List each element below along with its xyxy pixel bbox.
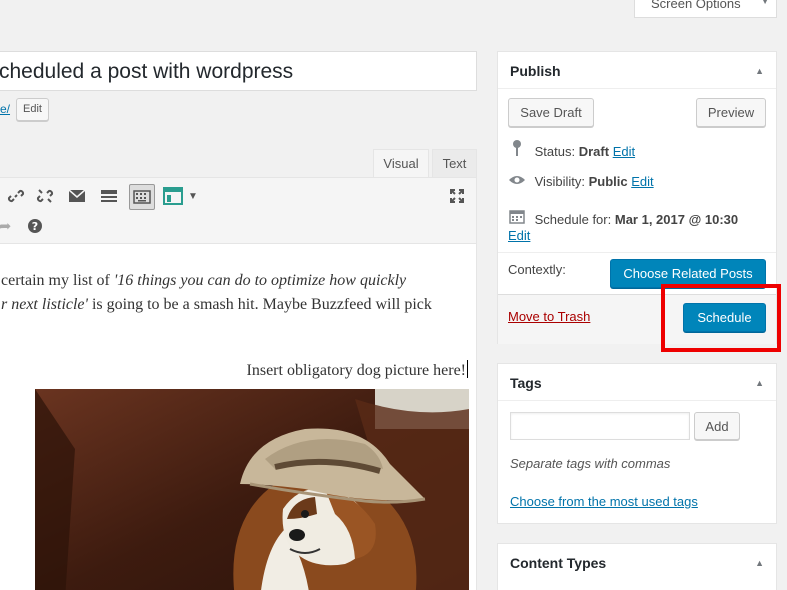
visibility-label: Visibility: <box>534 174 585 189</box>
status-row: Status: Draft Edit <box>508 140 635 159</box>
help-icon[interactable]: ? <box>23 214 47 238</box>
tab-visual[interactable]: Visual <box>373 149 429 178</box>
read-more-icon[interactable] <box>97 184 121 208</box>
unlink-icon[interactable] <box>33 184 57 208</box>
p3-text: Insert obligatory dog picture here! <box>246 362 466 379</box>
status-value: Draft <box>578 144 610 159</box>
visibility-row: Visibility: Public Edit <box>508 174 654 189</box>
text-cursor <box>467 360 468 378</box>
schedule-label: Schedule for: <box>534 212 612 227</box>
post-title-text: cheduled a post with wordpress <box>0 60 294 83</box>
editor-toolbar: ▼ ➦ ? <box>0 178 476 244</box>
save-draft-button[interactable]: Save Draft <box>508 98 594 127</box>
pin-icon <box>508 140 526 159</box>
tags-title: Tags <box>510 375 542 391</box>
p2-text: is going to be a smash hit. Maybe Buzzfe… <box>87 296 432 313</box>
add-tag-button[interactable]: Add <box>694 412 740 440</box>
edit-schedule-link[interactable]: Edit <box>508 228 530 243</box>
eye-icon <box>508 174 526 189</box>
calendar-icon <box>508 208 526 227</box>
fullscreen-icon[interactable] <box>445 184 469 208</box>
paragraph-1: certain my list of '16 things you can do… <box>1 272 406 290</box>
preview-button[interactable]: Preview <box>696 98 766 127</box>
post-title-field[interactable]: cheduled a post with wordpress <box>0 51 477 91</box>
content-types-title: Content Types <box>510 555 607 571</box>
schedule-value: Mar 1, 2017 @ 10:30 <box>614 212 739 227</box>
edit-visibility-link[interactable]: Edit <box>631 174 653 189</box>
dropdown-icon[interactable]: ▼ <box>185 184 201 208</box>
screen-options-label: Screen Options <box>651 0 741 11</box>
edit-status-link[interactable]: Edit <box>613 144 635 159</box>
dog-image[interactable] <box>35 389 469 590</box>
collapse-icon[interactable]: ▲ <box>755 66 764 76</box>
divider <box>498 88 776 89</box>
status-label: Status: <box>534 144 576 159</box>
editor-content[interactable]: certain my list of '16 things you can do… <box>0 244 476 590</box>
divider <box>498 400 776 401</box>
chevron-down-icon: ▼ <box>760 0 770 7</box>
p2-italic: r next listicle' <box>1 296 88 313</box>
divider <box>498 252 776 253</box>
p1-text: certain my list of <box>1 272 114 289</box>
edit-slug-button[interactable]: Edit <box>16 98 49 121</box>
paragraph-3: Insert obligatory dog picture here! <box>247 360 468 380</box>
p1-italic: '16 things you can do to optimize how qu… <box>113 272 407 289</box>
collapse-icon[interactable]: ▲ <box>755 558 764 568</box>
email-icon[interactable] <box>65 184 89 208</box>
svg-text:?: ? <box>32 220 38 233</box>
contextly-label: Contextly: <box>508 262 566 277</box>
schedule-row: Schedule for: Mar 1, 2017 @ 10:30 <box>508 208 738 227</box>
move-to-trash-link[interactable]: Move to Trash <box>508 309 590 324</box>
paragraph-2: r next listicle' is going to be a smash … <box>1 296 432 314</box>
screen-options-button[interactable]: Screen Options ▼ <box>634 0 777 18</box>
collapse-icon[interactable]: ▲ <box>755 378 764 388</box>
redo-icon[interactable]: ➦ <box>0 214 17 238</box>
content-block-icon[interactable] <box>161 184 185 208</box>
tag-input[interactable] <box>510 412 690 440</box>
permalink-link[interactable]: e/ <box>0 102 10 116</box>
choose-most-used-tags-link[interactable]: Choose from the most used tags <box>510 494 698 509</box>
highlight-box <box>661 284 781 352</box>
tags-help-text: Separate tags with commas <box>510 456 671 471</box>
tab-text[interactable]: Text <box>432 149 477 178</box>
content-types-box: Content Types ▲ <box>497 543 777 590</box>
editor: ▼ ➦ ? certain my list of '16 things you … <box>0 177 477 590</box>
visibility-value: Public <box>588 174 628 189</box>
toolbar-toggle-icon[interactable] <box>129 184 155 210</box>
publish-title: Publish <box>510 63 561 79</box>
link-icon[interactable] <box>4 184 28 208</box>
tags-box: Tags ▲ Add Separate tags with commas Cho… <box>497 363 777 524</box>
